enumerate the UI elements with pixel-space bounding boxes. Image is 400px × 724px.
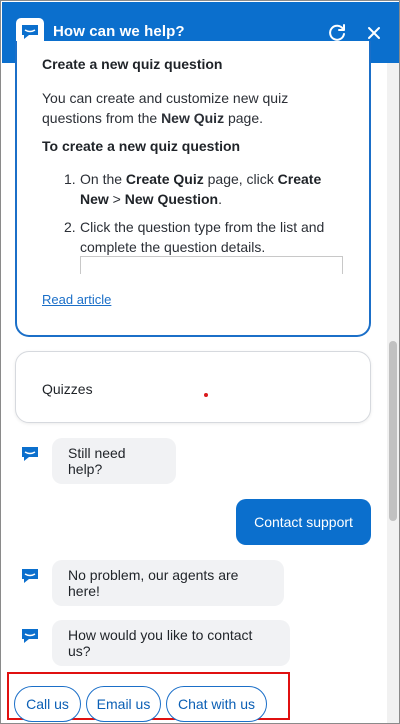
call-us-button[interactable]: Call us bbox=[14, 686, 81, 722]
step-number: 1. bbox=[64, 171, 76, 187]
quizzes-label: Quizzes bbox=[42, 381, 93, 397]
bot-avatar-icon bbox=[21, 446, 39, 462]
article-image bbox=[80, 256, 343, 274]
step-text: Click the question type from the list an… bbox=[80, 219, 325, 255]
bot-message: Still need help? bbox=[52, 438, 176, 484]
contact-support-message: Contact support bbox=[236, 499, 371, 545]
article-text-bold: New Quiz bbox=[161, 110, 225, 126]
scrollbar[interactable] bbox=[387, 63, 399, 723]
step-text: On the Create Quiz page, click Create Ne… bbox=[80, 171, 322, 207]
read-article-link[interactable]: Read article bbox=[42, 292, 111, 307]
header-title: How can we help? bbox=[53, 23, 185, 40]
list-item: 2. Click the question type from the list… bbox=[64, 217, 344, 257]
chat-with-us-button[interactable]: Chat with us bbox=[166, 686, 267, 722]
step-number: 2. bbox=[64, 219, 76, 235]
article-heading: Create a new quiz question bbox=[42, 56, 223, 72]
quizzes-card[interactable]: Quizzes bbox=[15, 351, 371, 423]
scrollbar-thumb[interactable] bbox=[389, 341, 397, 521]
bot-message: How would you like to contact us? bbox=[52, 620, 290, 666]
bot-avatar-icon bbox=[21, 628, 39, 644]
bot-message: No problem, our agents are here! bbox=[52, 560, 284, 606]
cursor-marker bbox=[204, 393, 208, 397]
chat-widget: How can we help? Create a new quiz quest… bbox=[0, 0, 400, 724]
bot-avatar-icon bbox=[21, 568, 39, 584]
article-paragraph: You can create and customize new quiz qu… bbox=[42, 88, 332, 128]
article-subheading: To create a new quiz question bbox=[42, 138, 241, 154]
email-us-button[interactable]: Email us bbox=[86, 686, 161, 722]
article-text: page. bbox=[224, 110, 264, 126]
list-item: 1. On the Create Quiz page, click Create… bbox=[64, 169, 344, 209]
close-icon[interactable] bbox=[364, 23, 384, 43]
article-steps: 1. On the Create Quiz page, click Create… bbox=[64, 169, 344, 265]
